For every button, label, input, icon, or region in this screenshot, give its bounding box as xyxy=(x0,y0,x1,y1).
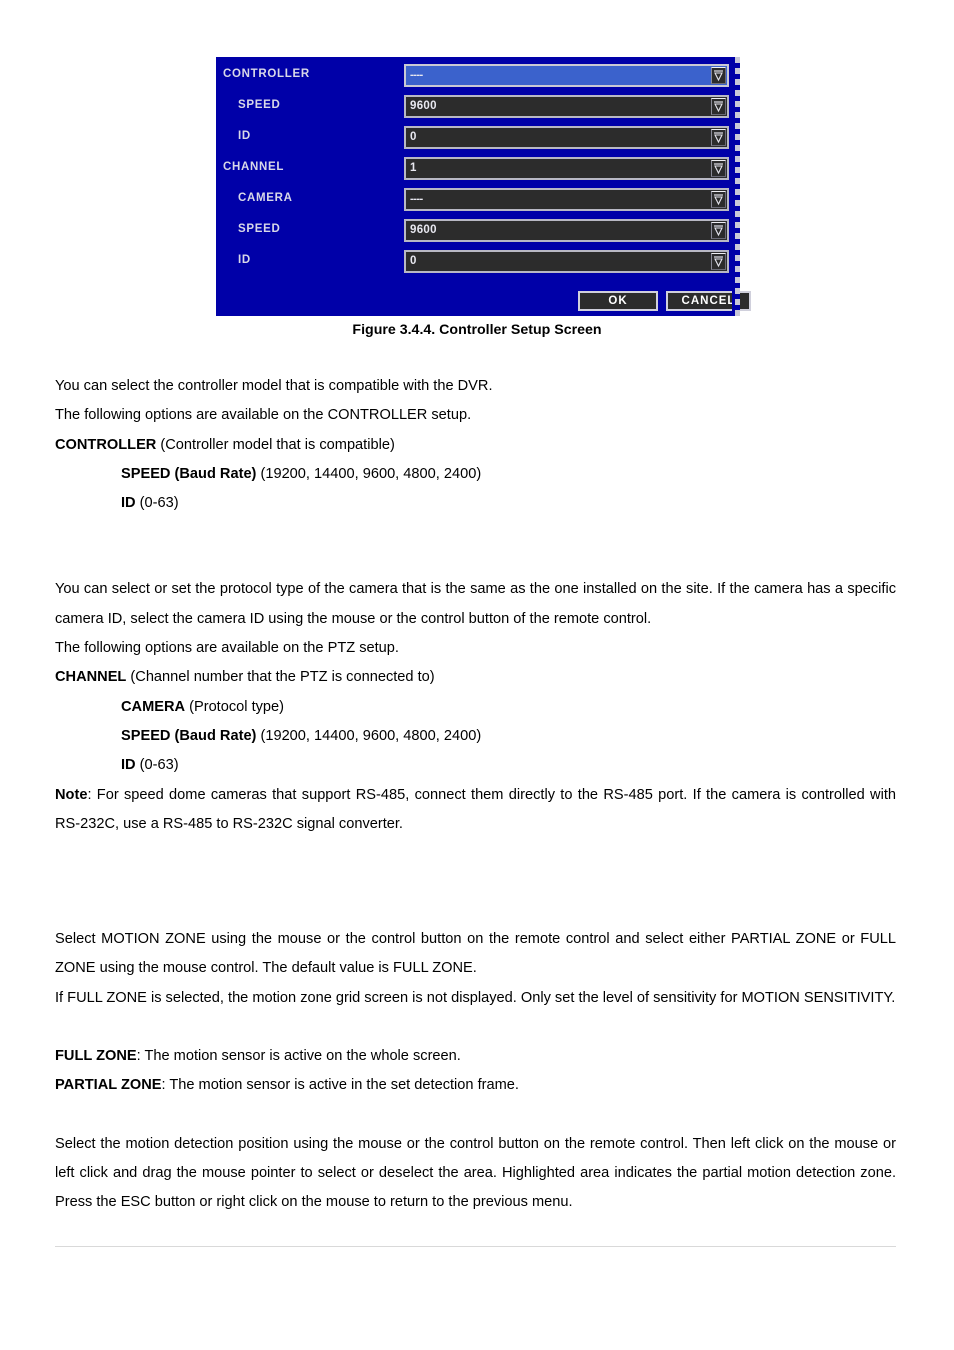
dvr-row-id-camera: ID 0 xyxy=(216,248,740,279)
dvr-value-channel: 1 xyxy=(410,162,417,174)
dvr-value-id-controller: 0 xyxy=(410,131,417,143)
dialog-selection-strip xyxy=(735,57,740,316)
definition-speed-1: SPEED (Baud Rate) (19200, 14400, 9600, 4… xyxy=(55,460,896,489)
term-partial-zone: PARTIAL ZONE xyxy=(55,1077,162,1094)
definition-channel: CHANNEL (Channel number that the PTZ is … xyxy=(55,663,896,692)
paragraph-line: You can select the controller model that… xyxy=(55,378,493,394)
dvr-controller-setup-dialog: CONTROLLER ---- SPEED 9600 ID 0 CHANNEL … xyxy=(216,57,751,316)
desc-channel: (Channel number that the PTZ is connecte… xyxy=(126,669,435,686)
dvr-field-speed-camera[interactable]: 9600 xyxy=(404,219,729,242)
term-camera: CAMERA xyxy=(121,698,186,715)
chevron-down-icon[interactable] xyxy=(711,222,726,239)
desc-id-2: (0-63) xyxy=(135,757,179,774)
term-speed-2: SPEED (Baud Rate) xyxy=(121,727,257,744)
chevron-down-icon[interactable] xyxy=(711,98,726,115)
document-body: You can select the controller model that… xyxy=(55,372,896,1218)
dvr-value-id-camera: 0 xyxy=(410,255,417,267)
definition-speed-2: SPEED (Baud Rate) (19200, 14400, 9600, 4… xyxy=(55,722,896,751)
dvr-label-speed-controller: SPEED xyxy=(238,99,281,111)
ok-button[interactable]: OK xyxy=(578,291,658,311)
paragraph-line: The following options are available on t… xyxy=(55,407,472,424)
chevron-down-icon[interactable] xyxy=(711,160,726,177)
dvr-label-speed-camera: SPEED xyxy=(238,223,281,235)
paragraph-line: The following options are available on t… xyxy=(55,640,399,657)
paragraph-ptz-intro: You can select or set the protocol type … xyxy=(55,581,896,627)
term-note: Note xyxy=(55,786,88,803)
dvr-field-speed-controller[interactable]: 9600 xyxy=(404,95,729,118)
dvr-value-speed-camera: 9600 xyxy=(410,224,437,236)
dvr-value-camera: ---- xyxy=(410,193,423,205)
dvr-field-controller[interactable]: ---- xyxy=(404,64,729,87)
definition-partial-zone: PARTIAL ZONE: The motion sensor is activ… xyxy=(55,1071,896,1100)
dvr-field-camera[interactable]: ---- xyxy=(404,188,729,211)
definition-full-zone: FULL ZONE: The motion sensor is active o… xyxy=(55,1042,896,1071)
desc-note: : For speed dome cameras that support RS… xyxy=(55,786,896,832)
term-id-2: ID xyxy=(121,757,136,774)
figure-caption: Figure 3.4.4. Controller Setup Screen xyxy=(352,322,602,338)
dvr-value-controller: ---- xyxy=(410,69,423,81)
definition-controller: CONTROLLER (Controller model that is com… xyxy=(55,431,896,460)
desc-speed-1: (19200, 14400, 9600, 4800, 2400) xyxy=(256,465,482,482)
desc-controller: (Controller model that is compatible) xyxy=(156,436,395,453)
term-speed-1: SPEED (Baud Rate) xyxy=(121,465,257,482)
note-paragraph: Note: For speed dome cameras that suppor… xyxy=(55,781,896,840)
chevron-down-icon[interactable] xyxy=(711,129,726,146)
term-full-zone: FULL ZONE xyxy=(55,1048,137,1065)
chevron-down-icon[interactable] xyxy=(711,67,726,84)
dvr-label-channel: CHANNEL xyxy=(223,161,285,173)
dvr-row-id-controller: ID 0 xyxy=(216,124,740,155)
paragraph-motion-detection: Select the motion detection position usi… xyxy=(55,1135,896,1211)
dvr-row-channel: CHANNEL 1 xyxy=(216,155,740,186)
term-channel: CHANNEL xyxy=(55,669,127,686)
chevron-down-icon[interactable] xyxy=(711,191,726,208)
paragraph-motion-zone-a: Select MOTION ZONE using the mouse or th… xyxy=(55,931,896,977)
desc-full-zone: : The motion sensor is active on the who… xyxy=(136,1048,461,1065)
desc-camera: (Protocol type) xyxy=(185,698,285,715)
paragraph-motion-zone-b: If FULL ZONE is selected, the motion zon… xyxy=(55,989,896,1006)
desc-id-1: (0-63) xyxy=(135,495,179,512)
footer-divider xyxy=(55,1246,896,1247)
dvr-label-id-controller: ID xyxy=(238,130,251,142)
chevron-down-icon[interactable] xyxy=(711,253,726,270)
dvr-label-camera: CAMERA xyxy=(238,192,293,204)
dvr-field-id-controller[interactable]: 0 xyxy=(404,126,729,149)
dvr-label-id-camera: ID xyxy=(238,254,251,266)
dvr-field-id-camera[interactable]: 0 xyxy=(404,250,729,273)
desc-speed-2: (19200, 14400, 9600, 4800, 2400) xyxy=(256,727,482,744)
dvr-row-speed-camera: SPEED 9600 xyxy=(216,217,740,248)
definition-camera: CAMERA (Protocol type) xyxy=(55,693,896,722)
dvr-label-controller: CONTROLLER xyxy=(223,68,310,80)
dvr-row-speed-controller: SPEED 9600 xyxy=(216,93,740,124)
dvr-value-speed-controller: 9600 xyxy=(410,100,437,112)
definition-id-2: ID (0-63) xyxy=(55,751,896,780)
term-controller: CONTROLLER xyxy=(55,436,157,453)
term-id-1: ID xyxy=(121,495,136,512)
definition-id-1: ID (0-63) xyxy=(55,489,896,518)
dvr-row-controller: CONTROLLER ---- xyxy=(216,62,740,93)
dvr-field-channel[interactable]: 1 xyxy=(404,157,729,180)
desc-partial-zone: : The motion sensor is active in the set… xyxy=(161,1077,519,1094)
dvr-row-camera: CAMERA ---- xyxy=(216,186,740,217)
